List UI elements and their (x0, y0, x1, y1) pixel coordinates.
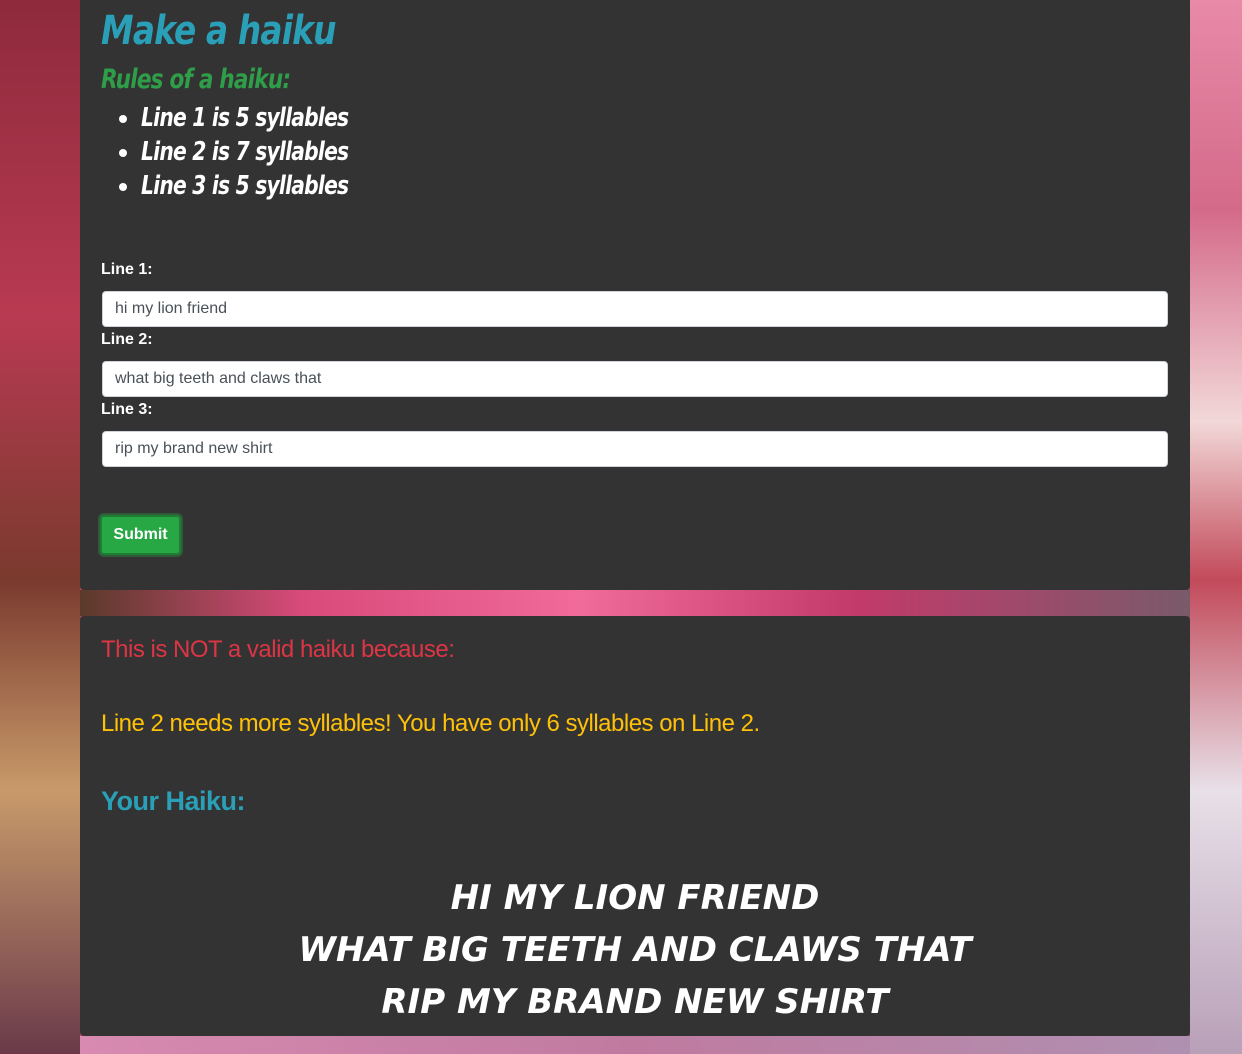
haiku-display: hi my lion friend what big teeth and cla… (80, 872, 1190, 1028)
haiku-line-2: what big teeth and claws that (298, 930, 972, 970)
invalid-haiku-title: This is NOT a valid haiku because: (101, 636, 455, 663)
rule-item: Line 1 is 5 syllables (141, 101, 407, 135)
line-1-input[interactable] (102, 291, 1168, 327)
rule-item: Line 3 is 5 syllables (141, 169, 407, 203)
page-title: Make a haiku (101, 8, 337, 54)
line-3-input[interactable] (102, 431, 1168, 467)
haiku-line-1: hi my lion friend (450, 878, 820, 918)
rule-item: Line 2 is 7 syllables (141, 135, 407, 169)
line-2-input[interactable] (102, 361, 1168, 397)
your-haiku-title: Your Haiku: (101, 786, 246, 816)
background-bottom (80, 1036, 1190, 1054)
result-panel: This is NOT a valid haiku because: Line … (80, 616, 1190, 1036)
submit-button[interactable]: Submit (100, 515, 181, 555)
background-strip (80, 590, 1190, 616)
haiku-form-panel: Make a haiku Rules of a haiku: Line 1 is… (80, 0, 1190, 590)
rules-title: Rules of a haiku: (101, 64, 291, 95)
background-left (0, 0, 80, 1054)
rules-list: Line 1 is 5 syllables Line 2 is 7 syllab… (101, 101, 407, 203)
line-1-label: Line 1: (101, 261, 153, 278)
haiku-line-3: rip my brand new shirt (381, 982, 889, 1022)
line-3-label: Line 3: (101, 401, 153, 418)
background-right (1190, 0, 1242, 1054)
syllable-error-message: Line 2 needs more syllables! You have on… (101, 710, 760, 737)
line-2-label: Line 2: (101, 331, 153, 348)
